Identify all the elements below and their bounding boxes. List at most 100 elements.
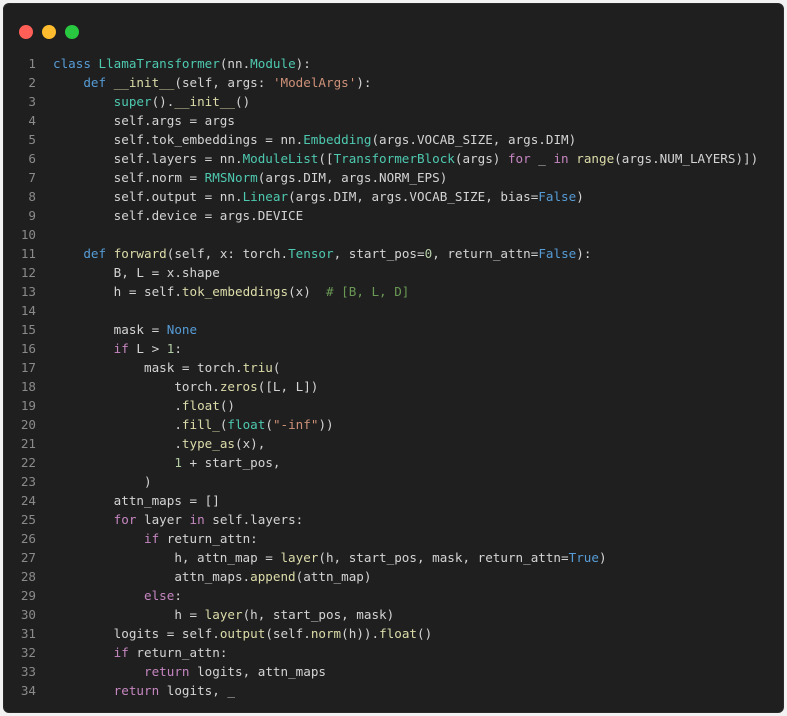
code-line: 27 h, attn_map = layer(h, start_pos, mas…: [4, 548, 783, 567]
code-token: .: [53, 398, 182, 413]
code-token: mask =: [53, 322, 167, 337]
code-line: 4 self.args = args: [4, 111, 783, 130]
code-token: (args.VOCAB_SIZE, args.DIM): [371, 132, 577, 147]
line-source: torch.zeros([L, L]): [36, 377, 318, 396]
line-number: 1: [28, 56, 36, 71]
code-token: super: [113, 94, 152, 109]
code-token: L >: [128, 341, 167, 356]
line-source: mask = torch.triu(: [36, 358, 281, 377]
minimize-button[interactable]: [42, 25, 56, 39]
code-line: 12 B, L = x.shape: [4, 263, 783, 282]
line-number: 34: [20, 683, 36, 698]
code-token: self.norm =: [53, 170, 205, 185]
line-source: for layer in self.layers:: [36, 510, 304, 529]
code-token: (self, x: torch.: [166, 246, 289, 261]
code-token: if: [113, 645, 129, 660]
code-token: (self.: [265, 626, 311, 641]
close-button[interactable]: [19, 25, 33, 39]
code-token: (self, args:: [174, 75, 273, 90]
line-source: self.norm = RMSNorm(args.DIM, args.NORM_…: [36, 168, 448, 187]
line-source: attn_maps.append(attn_map): [36, 567, 371, 586]
code-token: ModuleList: [242, 151, 319, 166]
window-controls: [19, 25, 79, 39]
code-token: LlamaTransformer: [98, 56, 220, 71]
line-number: 32: [20, 645, 36, 660]
code-token: mask = torch.: [53, 360, 243, 375]
code-token: )): [318, 417, 334, 432]
line-source: B, L = x.shape: [36, 263, 220, 282]
code-token: self.layers = nn.: [53, 151, 243, 166]
code-token: layer: [136, 512, 190, 527]
code-token: (h, start_pos, mask, return_attn=: [318, 550, 569, 565]
code-token: ): [53, 474, 152, 489]
code-token: output: [219, 626, 266, 641]
code-token: fill_: [181, 417, 220, 432]
code-token: (): [417, 626, 433, 641]
code-line: 31 logits = self.output(self.norm(h)).fl…: [4, 624, 783, 643]
line-number: 22: [20, 455, 36, 470]
line-source: h, attn_map = layer(h, start_pos, mask, …: [36, 548, 606, 567]
line-number: 27: [20, 550, 36, 565]
code-token: RMSNorm: [204, 170, 258, 185]
code-line: 8 self.output = nn.Linear(args.DIM, args…: [4, 187, 783, 206]
line-source: def __init__(self, args: 'ModelArgs'):: [36, 73, 371, 92]
line-source: return logits, _: [36, 681, 235, 700]
code-line: 13 h = self.tok_embeddings(x) # [B, L, D…: [4, 282, 783, 301]
code-token: logits, attn_maps: [189, 664, 326, 679]
line-source: .float(): [36, 396, 235, 415]
code-token: (: [265, 417, 273, 432]
code-token: zeros: [219, 379, 258, 394]
code-token: append: [250, 569, 296, 584]
code-token: (h)).: [341, 626, 380, 641]
code-line: 1 class LlamaTransformer(nn.Module):: [4, 54, 783, 73]
line-source: h = layer(h, start_pos, mask): [36, 605, 394, 624]
code-line: 6 self.layers = nn.ModuleList([Transform…: [4, 149, 783, 168]
code-token: if: [113, 341, 129, 356]
code-token: self.output = nn.: [53, 189, 243, 204]
code-token: logits = self.: [53, 626, 220, 641]
code-token: + start_pos,: [181, 455, 281, 470]
code-token: 1: [174, 455, 182, 470]
code-line: 29 else:: [4, 586, 783, 605]
code-token: self.args = args: [53, 113, 235, 128]
code-token: (): [235, 94, 251, 109]
line-number: 19: [20, 398, 36, 413]
line-source: self.device = args.DEVICE: [36, 206, 304, 225]
code-line: 14: [4, 301, 783, 320]
maximize-button[interactable]: [65, 25, 79, 39]
code-token: else: [144, 588, 175, 603]
code-token: B, L = x.shape: [53, 265, 220, 280]
code-token: float: [181, 398, 220, 413]
line-number: 20: [20, 417, 36, 432]
code-token: return: [113, 683, 160, 698]
code-token: (x): [288, 284, 326, 299]
code-token: torch.: [53, 379, 220, 394]
code-line: 7 self.norm = RMSNorm(args.DIM, args.NOR…: [4, 168, 783, 187]
code-token: class: [53, 56, 99, 71]
code-token: (args.DIM, args.VOCAB_SIZE, bias=: [288, 189, 539, 204]
code-token: # [B, L, D]: [325, 284, 410, 299]
code-line: 11 def forward(self, x: torch.Tensor, st…: [4, 244, 783, 263]
line-source: else:: [36, 586, 182, 605]
line-number: 17: [20, 360, 36, 375]
code-line: 30 h = layer(h, start_pos, mask): [4, 605, 783, 624]
code-line: 28 attn_maps.append(attn_map): [4, 567, 783, 586]
line-number: 8: [28, 189, 36, 204]
code-token: for: [507, 151, 531, 166]
code-line: 15 mask = None: [4, 320, 783, 339]
code-token: in: [553, 151, 569, 166]
code-token: ):: [295, 56, 311, 71]
code-token: __init__: [113, 75, 175, 90]
code-line: 9 self.device = args.DEVICE: [4, 206, 783, 225]
code-token: (args): [454, 151, 508, 166]
line-number: 7: [28, 170, 36, 185]
code-token: False: [538, 189, 577, 204]
line-source: .type_as(x),: [36, 434, 265, 453]
code-line: 22 1 + start_pos,: [4, 453, 783, 472]
code-token: triu: [242, 360, 273, 375]
